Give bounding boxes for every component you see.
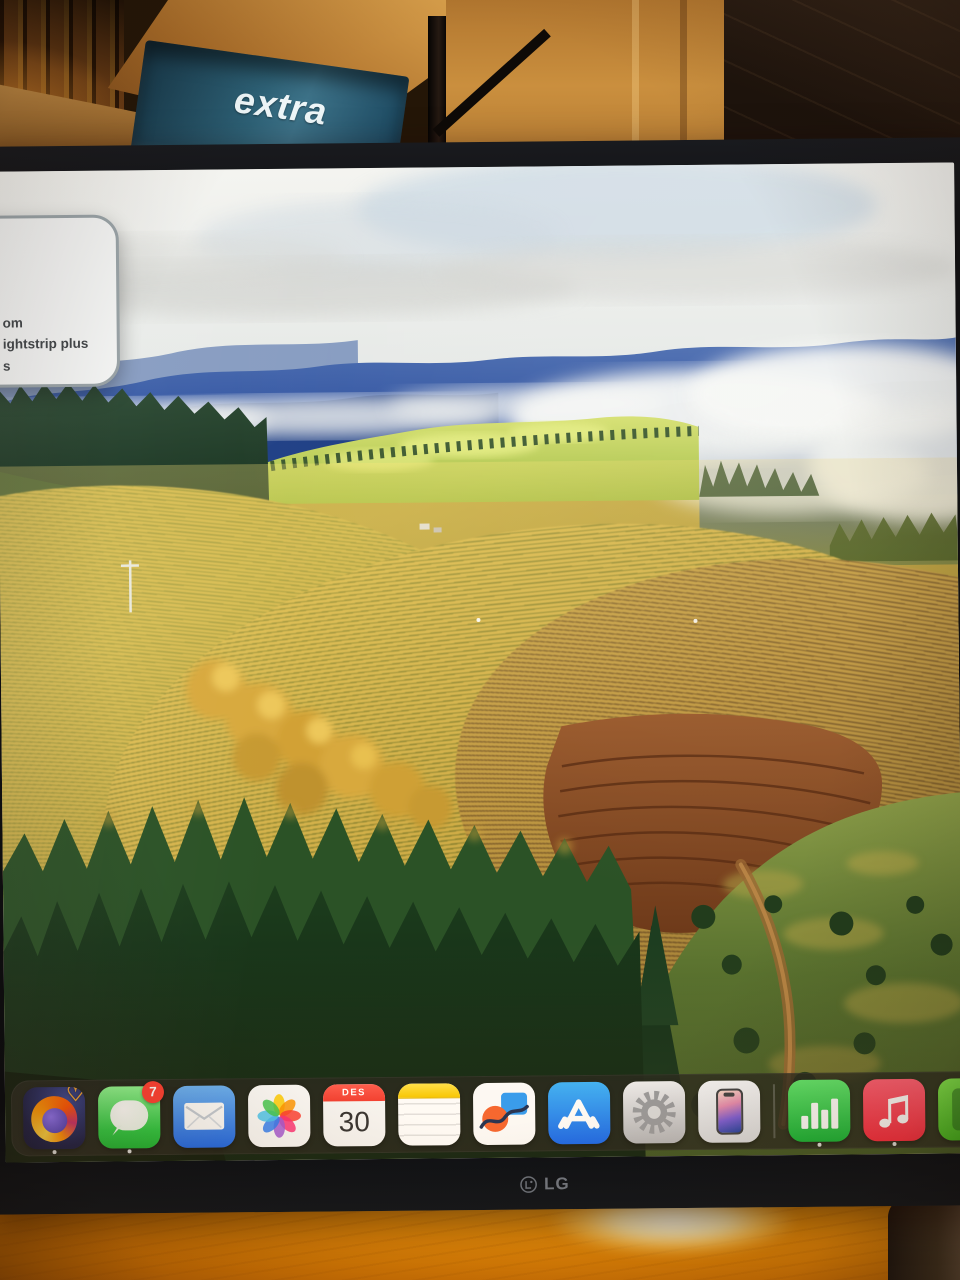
app-store-icon: [547, 1081, 611, 1145]
dock-item-music[interactable]: [862, 1074, 926, 1147]
lg-brand-text: LG: [543, 1174, 570, 1194]
running-indicator: [52, 1150, 57, 1155]
monitor: om ightstrip plus s ♡ 7 DES 30 LG: [0, 137, 960, 1215]
firefox-icon: ♡: [22, 1086, 86, 1150]
dock-item-iphone-mirroring[interactable]: [697, 1075, 761, 1148]
dock-item-partial-green-app[interactable]: [937, 1073, 960, 1146]
freeform-canvas-icon: [479, 1092, 529, 1132]
lg-face-icon: [519, 1176, 537, 1193]
partial-green-app-icon: [937, 1078, 960, 1141]
photos-icon: [247, 1084, 311, 1148]
notification-line-3: s: [2, 357, 11, 374]
bar-chart-bar: [810, 1102, 818, 1129]
screen: om ightstrip plus s ♡ 7 DES 30: [0, 162, 960, 1163]
music-icon: [862, 1078, 926, 1142]
dock-item-system-settings[interactable]: [622, 1076, 686, 1149]
freeform-icon: [472, 1082, 536, 1146]
photo-of-monitor-scene: extra om ightstrip plus s ♡ 7 DES 30 LG: [0, 0, 960, 1280]
dock-divider: [772, 1084, 776, 1139]
dock-item-app-store[interactable]: [547, 1077, 611, 1150]
iphone-outline: [715, 1088, 743, 1135]
wallpaper-foreground: [2, 523, 960, 1163]
gear-icon: [632, 1090, 676, 1134]
dock-item-messages[interactable]: 7: [97, 1081, 165, 1154]
dock-item-notes[interactable]: [397, 1078, 461, 1151]
dock: ♡ 7 DES 30: [10, 1070, 960, 1157]
running-indicator: [127, 1149, 132, 1154]
firefox-globe: [42, 1107, 68, 1134]
heart-icon: ♡: [66, 1086, 86, 1106]
flower-icon: [257, 1094, 301, 1138]
iphone-notch: [723, 1092, 735, 1097]
notes-icon: [397, 1083, 461, 1146]
partial-green-app-inner: [951, 1088, 960, 1131]
bar-chart-bar: [820, 1109, 828, 1129]
notification-line-1: om: [2, 314, 23, 331]
running-indicator: [817, 1142, 822, 1147]
speech-bubble-icon: [110, 1100, 149, 1131]
gum-box-label: extra: [231, 79, 330, 133]
calendar-month: DES: [322, 1083, 386, 1102]
notes-yellow-band: [397, 1083, 461, 1099]
dock-item-firefox[interactable]: ♡: [22, 1082, 86, 1155]
notification-badge: 7: [141, 1081, 165, 1104]
iphone-mirroring-icon: [697, 1080, 761, 1143]
dock-item-photos[interactable]: [247, 1080, 311, 1153]
app-store-a-glyph: [558, 1099, 600, 1129]
settings-gear-icon: [622, 1081, 686, 1144]
calendar-icon: DES 30: [322, 1083, 386, 1147]
calendar-day: 30: [338, 1106, 370, 1138]
lg-logo: LG: [519, 1174, 570, 1194]
music-note-icon: [879, 1094, 909, 1128]
numbers-icon: [787, 1079, 851, 1143]
notification-line-2: ightstrip plus: [2, 335, 89, 352]
envelope-icon: [184, 1102, 225, 1130]
notification-panel[interactable]: om ightstrip plus s: [0, 214, 121, 388]
dock-item-numbers[interactable]: [787, 1074, 851, 1147]
bar-chart-bar: [830, 1098, 838, 1129]
bar-chart-bar: [800, 1115, 808, 1129]
dock-item-mail[interactable]: [172, 1080, 236, 1153]
running-indicator: [892, 1142, 897, 1147]
dock-item-calendar[interactable]: DES 30: [322, 1079, 386, 1152]
mail-icon: [172, 1085, 236, 1148]
dark-door: [724, 0, 960, 154]
dock-item-freeform[interactable]: [472, 1077, 536, 1150]
